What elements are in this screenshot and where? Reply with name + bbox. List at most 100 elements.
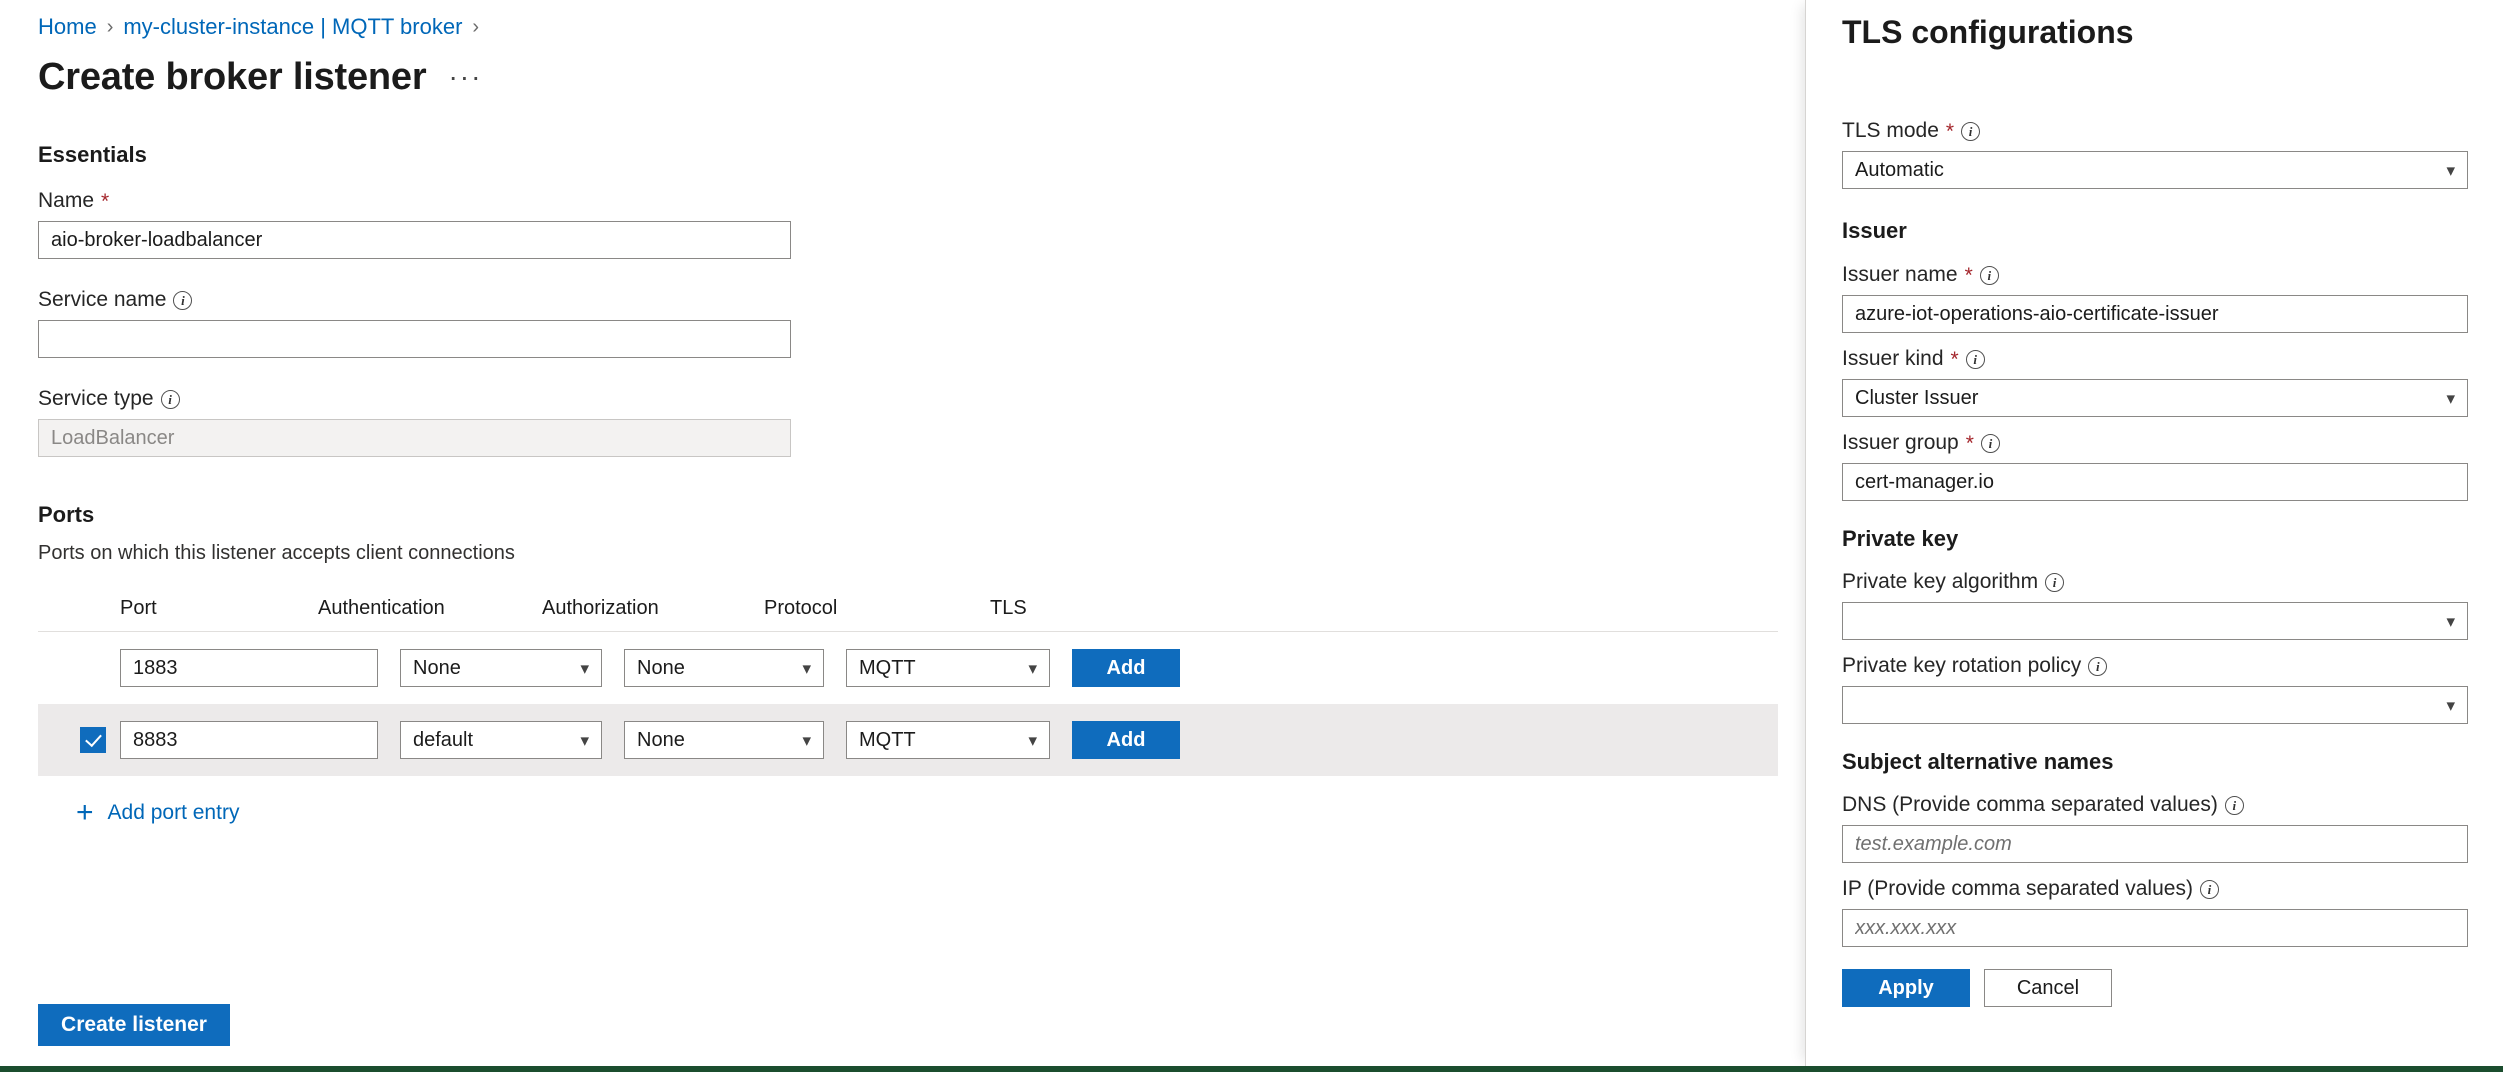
issuer-group-label-text: Issuer group — [1842, 431, 1959, 455]
service-name-input[interactable] — [38, 320, 791, 358]
port-cell — [120, 721, 400, 759]
info-icon[interactable]: i — [2045, 573, 2064, 592]
issuer-section-title: Issuer — [1842, 218, 2467, 244]
issuer-group-label: Issuer group * i — [1842, 431, 2467, 455]
tls-add-button[interactable]: Add — [1072, 721, 1180, 759]
ip-label: IP (Provide comma separated values) i — [1842, 877, 2467, 901]
tls-mode-value: Automatic — [1855, 159, 1944, 182]
breadcrumb: Home › my-cluster-instance | MQTT broker… — [38, 0, 1805, 40]
info-icon[interactable]: i — [2225, 796, 2244, 815]
tls-configurations-panel: TLS configurations TLS mode * i Automati… — [1805, 0, 2503, 1066]
chevron-right-icon: › — [107, 16, 114, 39]
info-icon[interactable]: i — [161, 390, 180, 409]
apply-button[interactable]: Apply — [1842, 969, 1970, 1007]
authentication-value: default — [413, 729, 473, 752]
cancel-button[interactable]: Cancel — [1984, 969, 2112, 1007]
info-icon[interactable]: i — [1980, 266, 1999, 285]
service-type-label-text: Service type — [38, 387, 154, 411]
port-cell — [120, 649, 400, 687]
table-row[interactable]: None ▾ None ▾ MQTT ▾ — [38, 632, 1778, 704]
create-listener-button[interactable]: Create listener — [38, 1004, 230, 1046]
name-label: Name * — [38, 189, 1805, 213]
info-icon[interactable]: i — [1961, 122, 1980, 141]
authorization-value: None — [637, 657, 685, 680]
column-header-authentication: Authentication — [318, 597, 542, 620]
chevron-down-icon: ▾ — [2446, 613, 2455, 630]
authorization-value: None — [637, 729, 685, 752]
subject-alternative-names-section-title: Subject alternative names — [1842, 749, 2467, 775]
tls-panel-title: TLS configurations — [1842, 0, 2467, 51]
essentials-section-title: Essentials — [38, 142, 1805, 168]
chevron-down-icon: ▾ — [580, 732, 589, 749]
private-key-algorithm-dropdown[interactable]: ▾ — [1842, 602, 2468, 640]
chevron-right-icon: › — [472, 16, 479, 39]
row-checkbox[interactable] — [80, 727, 106, 753]
tls-mode-dropdown[interactable]: Automatic ▾ — [1842, 151, 2468, 189]
port-input[interactable] — [120, 649, 378, 687]
tls-cell: Add — [1072, 721, 1212, 759]
authorization-cell: None ▾ — [624, 649, 846, 687]
info-icon[interactable]: i — [1966, 350, 1985, 369]
chevron-down-icon: ▾ — [2446, 390, 2455, 407]
issuer-name-input[interactable] — [1842, 295, 2468, 333]
chevron-down-icon: ▾ — [802, 660, 811, 677]
authentication-dropdown[interactable]: None ▾ — [400, 649, 602, 687]
tls-mode-label: TLS mode * i — [1842, 119, 2467, 143]
protocol-value: MQTT — [859, 729, 916, 752]
authentication-dropdown[interactable]: default ▾ — [400, 721, 602, 759]
required-marker: * — [1951, 349, 1959, 370]
protocol-cell: MQTT ▾ — [846, 649, 1072, 687]
info-icon[interactable]: i — [2200, 880, 2219, 899]
page-title: Create broker listener — [38, 56, 426, 99]
add-port-entry-label: Add port entry — [108, 801, 240, 825]
authorization-dropdown[interactable]: None ▾ — [624, 649, 824, 687]
issuer-kind-dropdown[interactable]: Cluster Issuer ▾ — [1842, 379, 2468, 417]
more-actions-icon[interactable]: ··· — [448, 63, 482, 99]
private-key-section-title: Private key — [1842, 526, 2467, 552]
info-icon[interactable]: i — [1981, 434, 2000, 453]
dns-input[interactable] — [1842, 825, 2468, 863]
info-icon[interactable]: i — [2088, 657, 2107, 676]
issuer-kind-label: Issuer kind * i — [1842, 347, 2467, 371]
protocol-dropdown[interactable]: MQTT ▾ — [846, 649, 1050, 687]
ports-table: Port Authentication Authorization Protoc… — [38, 597, 1778, 776]
tls-add-button[interactable]: Add — [1072, 649, 1180, 687]
chevron-down-icon: ▾ — [2446, 162, 2455, 179]
chevron-down-icon: ▾ — [580, 660, 589, 677]
tls-cell: Add — [1072, 649, 1212, 687]
tls-panel-actions: Apply Cancel — [1842, 969, 2467, 1007]
table-row[interactable]: default ▾ None ▾ MQTT ▾ — [38, 704, 1778, 776]
info-icon[interactable]: i — [173, 291, 192, 310]
row-select-cell — [38, 727, 120, 753]
authorization-dropdown[interactable]: None ▾ — [624, 721, 824, 759]
service-type-label: Service type i — [38, 387, 1805, 411]
private-key-rotation-policy-dropdown[interactable]: ▾ — [1842, 686, 2468, 724]
breadcrumb-item-home[interactable]: Home — [38, 14, 97, 40]
column-header-protocol: Protocol — [764, 597, 990, 620]
protocol-dropdown[interactable]: MQTT ▾ — [846, 721, 1050, 759]
add-port-entry-button[interactable]: + Add port entry — [76, 798, 1805, 828]
chevron-down-icon: ▾ — [1028, 732, 1037, 749]
ip-input[interactable] — [1842, 909, 2468, 947]
name-label-text: Name — [38, 189, 94, 213]
chevron-down-icon: ▾ — [2446, 697, 2455, 714]
create-listener-button-wrap: Create listener — [38, 1004, 230, 1046]
breadcrumb-item-mqtt-broker[interactable]: my-cluster-instance | MQTT broker — [123, 14, 462, 40]
issuer-name-label-text: Issuer name — [1842, 263, 1958, 287]
private-key-rotation-policy-label-text: Private key rotation policy — [1842, 654, 2081, 678]
port-input[interactable] — [120, 721, 378, 759]
ip-label-text: IP (Provide comma separated values) — [1842, 877, 2193, 901]
service-name-label-text: Service name — [38, 288, 166, 312]
required-marker: * — [1965, 265, 1973, 286]
ports-table-header: Port Authentication Authorization Protoc… — [38, 597, 1778, 632]
name-input[interactable] — [38, 221, 791, 259]
dns-label: DNS (Provide comma separated values) i — [1842, 793, 2467, 817]
service-type-input — [38, 419, 791, 457]
protocol-cell: MQTT ▾ — [846, 721, 1072, 759]
issuer-group-input[interactable] — [1842, 463, 2468, 501]
column-header-port: Port — [38, 597, 318, 620]
bottom-accent-strip — [0, 1066, 2503, 1072]
create-broker-listener-pane: Home › my-cluster-instance | MQTT broker… — [0, 0, 1805, 1066]
private-key-algorithm-label: Private key algorithm i — [1842, 570, 2467, 594]
required-marker: * — [1946, 121, 1954, 142]
